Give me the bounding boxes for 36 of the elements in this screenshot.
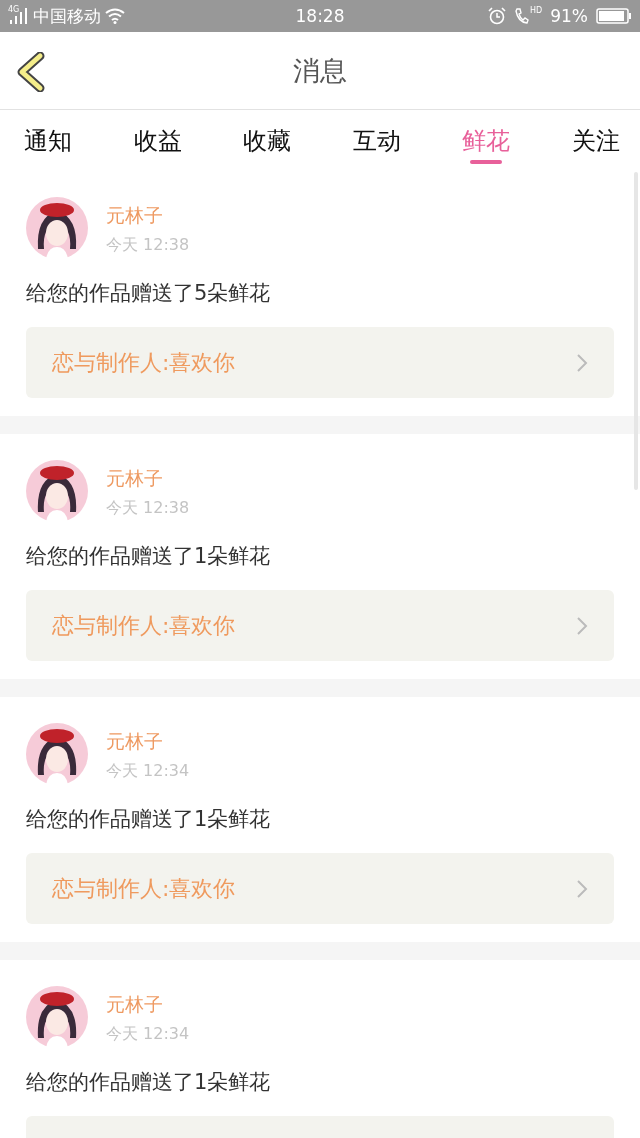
avatar-icon [26,986,88,1048]
tab[interactable]: 收藏 [243,110,292,171]
tab[interactable]: 通知 [24,110,72,171]
message-text: 给您的作品赠送了1朵鲜花 [26,543,272,570]
tab[interactable]: 互动 [352,110,401,171]
avatar-icon [26,197,88,259]
message-time: 今天 12:34 [106,761,190,782]
tab[interactable]: 收益 [133,110,182,171]
tab[interactable]: 关注 [571,110,620,171]
user-name: 元林子 [106,992,164,1017]
carrier-name: 中国移动 [33,4,102,28]
wifi-icon [105,8,126,24]
message-text: 给您的作品赠送了1朵鲜花 [26,1069,272,1096]
message-time: 今天 12:38 [106,498,190,519]
signal-icon [8,7,30,25]
chevron-icon [576,878,588,899]
message-text: 给您的作品赠送了1朵鲜花 [26,806,272,833]
chevron-icon [576,352,588,373]
battery-icon [596,8,632,24]
phone-icon [514,7,530,25]
battery-percent: 91% [550,6,588,26]
avatar-icon [26,723,88,785]
user-name: 元林子 [106,466,164,491]
message-text: 给您的作品赠送了5朵鲜花 [26,280,272,307]
user-name: 元林子 [106,203,164,228]
alarm-icon [488,7,506,25]
chevron-icon [576,615,588,636]
network-type: 4G [8,6,20,14]
avatar-icon [26,460,88,522]
message-time: 今天 12:38 [106,235,190,256]
clock-time: 18:28 [295,6,345,26]
user-name: 元林子 [106,729,164,754]
tab-underline [470,160,503,164]
page-title: 消息 [292,53,348,88]
message-time: 今天 12:34 [106,1024,190,1045]
hd-label: HD [530,7,543,15]
